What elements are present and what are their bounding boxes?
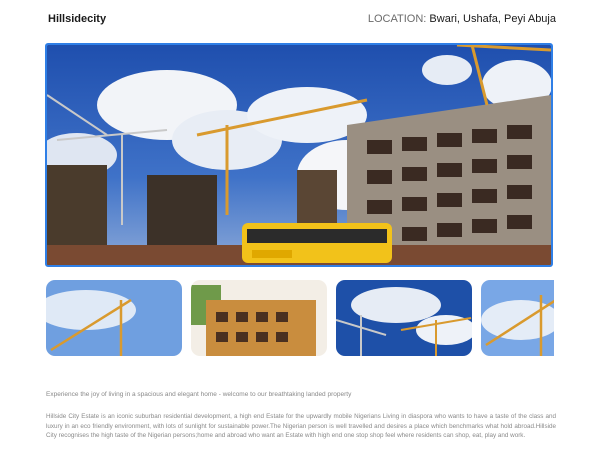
description-text: Hillside City Estate is an iconic suburb… (46, 413, 556, 439)
construction-site-photo (47, 45, 551, 265)
brand-name[interactable]: Hillsidecity (48, 13, 106, 25)
location-info: LOCATION: Bwari, Ushafa, Peyi Abuja (368, 13, 556, 25)
crane-photo-3 (481, 280, 554, 356)
gallery-thumb-2[interactable] (191, 280, 327, 356)
location-value: Bwari, Ushafa, Peyi Abuja (429, 13, 556, 25)
hero-image[interactable] (45, 43, 553, 267)
location-label: LOCATION: (367, 13, 427, 25)
gallery-thumb-3[interactable] (336, 280, 472, 356)
page-header: Hillsidecity LOCATION: Bwari, Ushafa, Pe… (0, 0, 604, 40)
gallery-thumb-4[interactable] (481, 280, 554, 356)
gallery-thumbnails (46, 280, 554, 356)
intro-text: Experience the joy of living in a spacio… (46, 391, 352, 398)
crane-photo-2 (336, 280, 472, 356)
wooden-building-photo (191, 280, 327, 356)
crane-photo-1 (46, 280, 182, 356)
gallery-thumb-1[interactable] (46, 280, 182, 356)
